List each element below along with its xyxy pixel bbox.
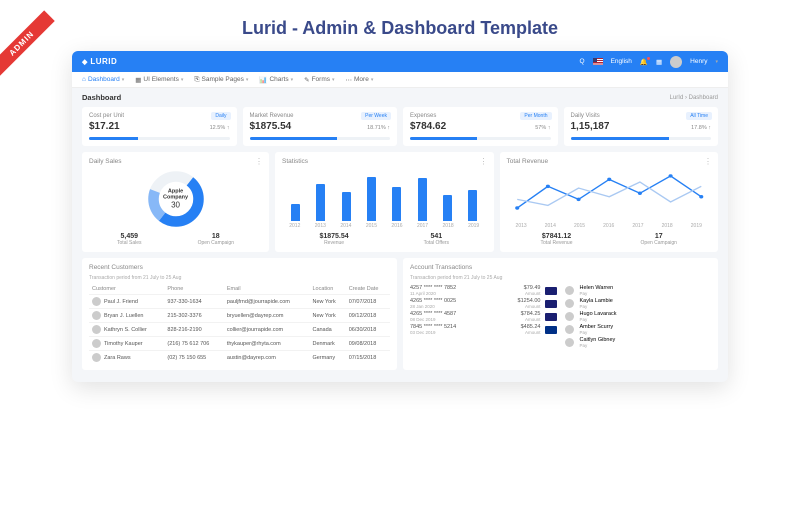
line-chart (507, 169, 711, 221)
more-icon[interactable]: ⋮ (480, 157, 488, 166)
kpi-card: All Time Daily Visits 1,15,18717.8% ↑ (564, 107, 719, 146)
table-row[interactable]: Timothy Kauper(216) 75 612 706thykauper@… (89, 337, 390, 351)
statistics-card: Statistics ⋮ 201220132014201520162017201… (275, 152, 493, 252)
transaction-user-row[interactable]: Hugo LavarackPay (565, 310, 712, 323)
card-title: Daily Sales (89, 158, 262, 165)
bell-icon[interactable]: 🔔 (640, 58, 648, 66)
nav-charts[interactable]: 📊Charts▾ (259, 76, 293, 84)
nav-ui-elements[interactable]: ▦UI Elements▾ (135, 76, 183, 84)
breadcrumb: LurId › Dashboard (670, 95, 718, 101)
table-row[interactable]: Kathryn S. Collier828-216-2190collier@jo… (89, 323, 390, 337)
account-transactions-card: Account Transactions Transaction period … (403, 258, 718, 370)
kpi-card: Daily Cost per Unit $17.2112.5% ↑ (82, 107, 237, 146)
transaction-row[interactable]: 4265 **** **** 458708 Dec 2019$784.25Amo… (410, 310, 557, 323)
table-row[interactable]: Bryan J. Luellen215-302-3376bryuellen@da… (89, 309, 390, 323)
navbar: ⌂Dashboard▾ ▦UI Elements▾ ⎘Sample Pages▾ 📊C… (72, 72, 728, 88)
transaction-row[interactable]: 7845 **** **** 521403 Dec 2019$485.24Amo… (410, 323, 557, 336)
app-frame: LURID Q English 🔔 ▦ Henry ▾ ⌂Dashboard▾ ▦… (72, 51, 728, 382)
transaction-user-row[interactable]: Amber ScurryPay (565, 323, 712, 336)
bar (443, 195, 452, 221)
avatar[interactable] (670, 56, 682, 68)
nav-forms[interactable]: ✎Forms▾ (304, 76, 334, 84)
customers-table: CustomerPhoneEmailLocationCreate Date Pa… (89, 284, 390, 364)
table-row[interactable]: Paul J. Friend937-330-1634pauljfrnd@jour… (89, 295, 390, 309)
card-title: Statistics (282, 158, 486, 165)
transaction-user-row[interactable]: Helen WarrenPay (565, 284, 712, 297)
brand-logo[interactable]: LURID (82, 57, 117, 66)
transaction-user-row[interactable]: Kayla LambiePay (565, 297, 712, 310)
more-icon[interactable]: ⋮ (255, 157, 263, 166)
apps-icon[interactable]: ▦ (656, 58, 662, 66)
kpi-badge: Per Month (520, 112, 551, 120)
search-icon[interactable]: Q (580, 58, 585, 65)
transaction-row[interactable]: 4265 **** **** 002528 Jan 2020$1254.00Am… (410, 297, 557, 310)
card-icon (545, 287, 557, 295)
page-title: Dashboard (82, 93, 121, 102)
chevron-down-icon: ▾ (715, 59, 718, 65)
kpi-card: Per Month Expenses $784.6257% ↑ (403, 107, 558, 146)
user-name[interactable]: Henry (690, 58, 707, 65)
bar (468, 190, 477, 221)
table-row[interactable]: Zara Raws(02) 75 150 655austin@dayrep.co… (89, 351, 390, 365)
flag-icon (593, 58, 603, 65)
bar (316, 184, 325, 221)
kpi-badge: All Time (686, 112, 712, 120)
more-icon[interactable]: ⋮ (704, 157, 712, 166)
language-selector[interactable]: English (611, 58, 632, 65)
transaction-row[interactable]: 4257 **** **** 785211 April 2020$79.49Am… (410, 284, 557, 297)
bar (418, 178, 427, 221)
bar (367, 177, 376, 221)
bar (342, 192, 351, 221)
kpi-card: Per Week Market Revenue $1875.5418.71% ↑ (243, 107, 398, 146)
kpi-badge: Daily (211, 112, 230, 120)
bar (291, 204, 300, 221)
card-icon (545, 313, 557, 321)
total-revenue-card: Total Revenue ⋮ 201320142015201620172018… (500, 152, 718, 252)
card-icon (545, 300, 557, 308)
page-promo-title: Lurid - Admin & Dashboard Template (0, 18, 800, 39)
bar-chart (282, 169, 486, 221)
nav-more[interactable]: ⋯More▾ (346, 76, 374, 84)
topbar: LURID Q English 🔔 ▦ Henry ▾ (72, 51, 728, 72)
card-title: Total Revenue (507, 158, 711, 165)
nav-sample-pages[interactable]: ⎘Sample Pages▾ (194, 76, 248, 84)
bar (392, 187, 401, 221)
card-icon (545, 326, 557, 334)
donut-chart: Apple Company 30 (146, 169, 206, 229)
transaction-user-row[interactable]: Caitlyn GibneyPay (565, 336, 712, 349)
nav-dashboard[interactable]: ⌂Dashboard▾ (82, 76, 124, 83)
recent-customers-card: Recent Customers Transaction period from… (82, 258, 397, 370)
daily-sales-card: Daily Sales ⋮ Apple Company 30 5,459Tota… (82, 152, 269, 252)
kpi-badge: Per Week (361, 112, 391, 120)
